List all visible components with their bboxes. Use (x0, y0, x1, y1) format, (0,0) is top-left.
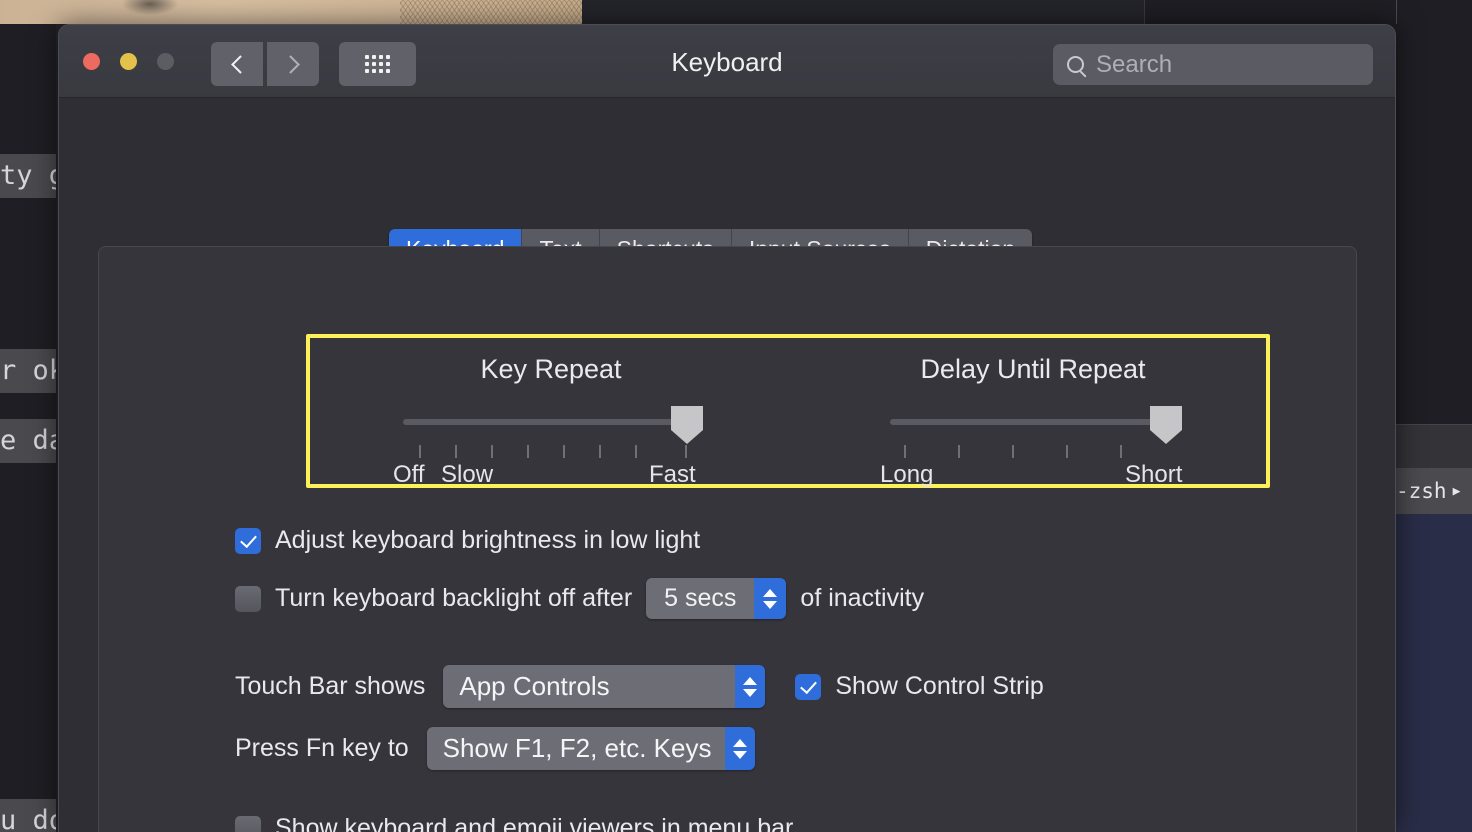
terminal-tab[interactable]: -zsh ▶ (1396, 468, 1472, 514)
slider-track[interactable] (403, 419, 685, 425)
viewers-menu-bar-row[interactable]: Show keyboard and emoji viewers in menu … (235, 814, 793, 832)
slider-track[interactable] (890, 419, 1162, 425)
fn-key-row[interactable]: Press Fn key to Show F1, F2, etc. Keys (235, 727, 756, 770)
delay-scale-labels: Long Short (880, 461, 1188, 491)
wallpaper-texture (400, 0, 582, 24)
chevron-up-icon[interactable] (743, 676, 758, 685)
window-divider (1396, 0, 1397, 24)
backlight-delay-value: 5 secs (646, 578, 755, 619)
slider-ticks (403, 445, 687, 458)
window-titlebar[interactable]: Keyboard Search (59, 25, 1395, 98)
backlight-off-suffix: of inactivity (800, 584, 925, 612)
window-content: Keyboard Text Shortcuts Input Sources Di… (59, 98, 1395, 832)
show-control-strip-label: Show Control Strip (835, 672, 1044, 700)
scale-label-slow: Slow (441, 461, 494, 488)
terminal-tab-label: -zsh (1396, 479, 1447, 503)
adjust-brightness-label: Adjust keyboard brightness in low light (275, 526, 701, 554)
adjust-brightness-checkbox[interactable] (235, 527, 261, 554)
terminal-line: r ok. (0, 349, 56, 393)
popup-arrows[interactable] (725, 727, 756, 770)
backlight-off-checkbox[interactable] (235, 585, 261, 612)
fn-key-popup[interactable]: Show F1, F2, etc. Keys (426, 727, 756, 770)
scale-label-long: Long (880, 461, 934, 488)
touch-bar-popup[interactable]: App Controls (443, 665, 766, 708)
delay-until-repeat-slider[interactable]: Long Short (880, 406, 1182, 488)
keyboard-settings-panel: Key Repeat Off Slow Fast Delay Until Rep… (98, 246, 1357, 832)
terminal-status-bar (1396, 424, 1472, 468)
highlight-annotation: Key Repeat Off Slow Fast Delay Until Rep… (306, 334, 1270, 488)
background-blue-panel (1396, 514, 1472, 832)
scale-label-short: Short (1125, 461, 1183, 488)
search-field[interactable]: Search (1053, 44, 1373, 85)
fn-key-label: Press Fn key to (235, 734, 409, 762)
touch-bar-row[interactable]: Touch Bar shows App Controls Show Contro… (235, 665, 1044, 708)
terminal-line: e day (0, 419, 56, 463)
key-repeat-title: Key Repeat (480, 354, 622, 384)
slider-thumb[interactable] (1150, 406, 1182, 444)
delay-until-repeat-title: Delay Until Repeat (920, 354, 1146, 384)
keyboard-preferences-window: Keyboard Search Keyboard Text Shortcuts … (58, 24, 1396, 832)
chevron-up-icon[interactable] (763, 588, 778, 597)
delay-until-repeat-group: Delay Until Repeat Long Short (792, 338, 1274, 492)
adjust-brightness-row[interactable]: Adjust keyboard brightness in low light (235, 526, 700, 555)
backlight-delay-stepper[interactable]: 5 secs (646, 578, 787, 619)
terminal-line: u doi (0, 799, 56, 832)
backlight-off-label: Turn keyboard backlight off after (275, 584, 633, 612)
play-triangle-icon: ▶ (1452, 483, 1461, 499)
viewers-menu-bar-checkbox[interactable] (235, 815, 261, 832)
viewers-menu-bar-label: Show keyboard and emoji viewers in menu … (275, 814, 794, 832)
key-repeat-scale-labels: Off Slow Fast (393, 461, 711, 491)
show-control-strip-checkbox[interactable] (795, 673, 822, 700)
fn-key-value: Show F1, F2, etc. Keys (426, 727, 726, 770)
scale-label-fast: Fast (649, 461, 696, 488)
slider-ticks (890, 445, 1162, 458)
search-placeholder: Search (1096, 50, 1173, 78)
chevron-up-icon[interactable] (733, 738, 748, 747)
chevron-down-icon[interactable] (763, 600, 778, 609)
key-repeat-group: Key Repeat Off Slow Fast (310, 338, 792, 492)
slider-thumb[interactable] (671, 406, 703, 444)
stepper-arrows[interactable] (754, 578, 787, 619)
chevron-down-icon[interactable] (733, 750, 748, 759)
scale-label-off: Off (393, 461, 425, 488)
chevron-down-icon[interactable] (743, 688, 758, 697)
key-repeat-slider[interactable]: Off Slow Fast (393, 406, 703, 488)
search-icon (1067, 56, 1084, 73)
popup-arrows[interactable] (735, 665, 766, 708)
desktop-wallpaper (0, 0, 582, 24)
background-terminal-left[interactable]: ty go r ok. e day u doi (0, 24, 56, 832)
backlight-off-row[interactable]: Turn keyboard backlight off after 5 secs… (235, 578, 924, 619)
touch-bar-value: App Controls (443, 665, 736, 708)
touch-bar-label: Touch Bar shows (235, 672, 426, 700)
terminal-line: ty go (0, 154, 56, 198)
window-divider (1144, 0, 1145, 24)
